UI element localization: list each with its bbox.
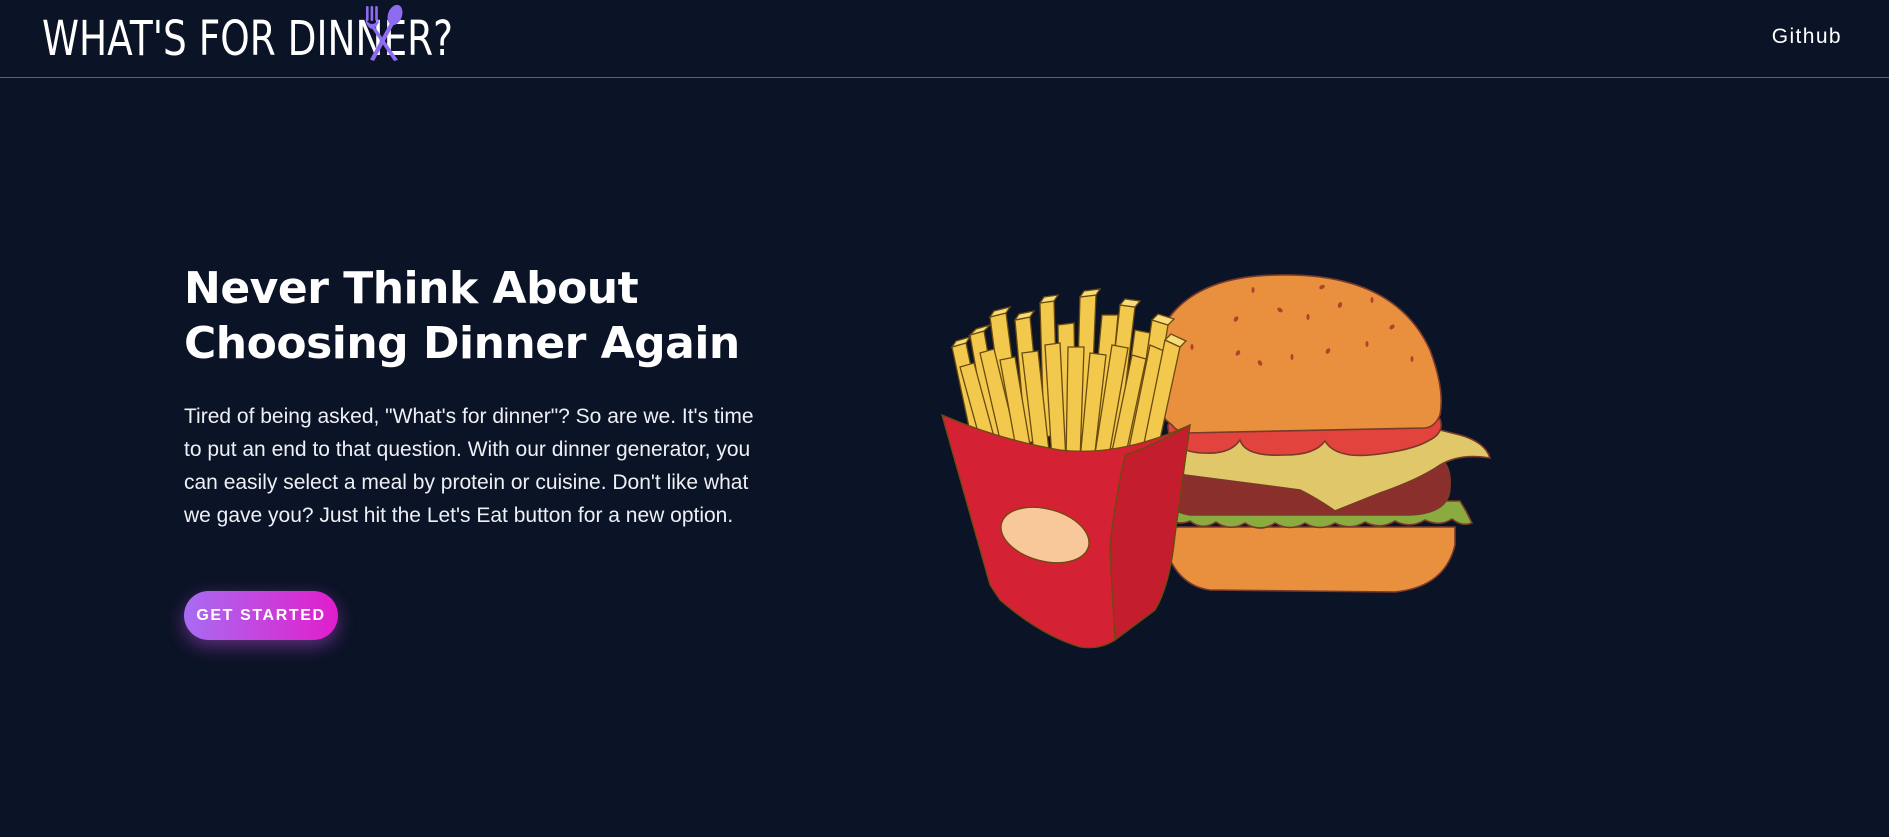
hero-heading-line-2: Choosing Dinner Again bbox=[184, 318, 740, 369]
hero-heading-line-1: Never Think About bbox=[184, 263, 639, 314]
navbar: WHAT'S FOR DINNER? Github bbox=[0, 0, 1889, 78]
github-link[interactable]: Github bbox=[1772, 25, 1842, 49]
fork-spoon-icon bbox=[365, 4, 403, 61]
hero-description: Tired of being asked, "What's for dinner… bbox=[184, 405, 754, 527]
get-started-button[interactable]: GET STARTED bbox=[184, 591, 338, 640]
brand-logo[interactable]: WHAT'S FOR DINNER? bbox=[42, 6, 569, 72]
burger-and-fries-illustration bbox=[941, 274, 1492, 649]
hero-heading: Never Think About Choosing Dinner Again bbox=[184, 261, 744, 371]
